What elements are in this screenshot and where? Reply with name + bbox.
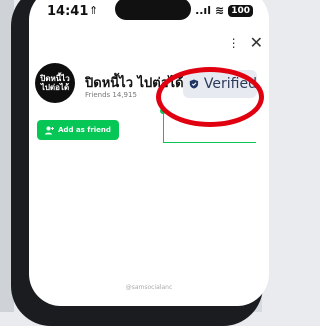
status-time: 14:41	[47, 4, 89, 19]
annotation-highlight-circle	[156, 67, 264, 127]
signal-icon: ..ıl	[195, 4, 211, 17]
avatar-text: ปิดหนี้ไว ไปต่อได้	[40, 74, 70, 92]
add-friend-label: Add as friend	[58, 126, 111, 134]
friends-count: Friends 14,915	[85, 91, 137, 99]
status-indicators: ..ıl ≋ 100	[195, 4, 253, 17]
top-toolbar: ⋮ ✕	[228, 33, 263, 52]
avatar[interactable]: ปิดหนี้ไว ไปต่อได้	[35, 63, 75, 103]
dynamic-island	[115, 0, 191, 20]
person-add-icon	[45, 126, 55, 134]
location-arrow-icon: ⇑	[89, 4, 99, 17]
footer-handle: @samsocialanc	[125, 284, 173, 291]
status-bar: 14:41 ⇑ ..ıl ≋ 100	[29, 0, 269, 28]
more-options-icon[interactable]: ⋮	[228, 36, 240, 50]
battery-icon: 100	[228, 4, 253, 17]
phone-screen: 14:41 ⇑ ..ıl ≋ 100 ⋮ ✕ ปิดหนี้ไว ไปต่อได…	[29, 0, 269, 306]
wifi-icon: ≋	[214, 4, 225, 17]
close-icon[interactable]: ✕	[250, 33, 263, 52]
phone-frame: 14:41 ⇑ ..ıl ≋ 100 ⋮ ✕ ปิดหนี้ไว ไปต่อได…	[11, 0, 269, 326]
add-friend-button[interactable]: Add as friend	[37, 120, 119, 140]
